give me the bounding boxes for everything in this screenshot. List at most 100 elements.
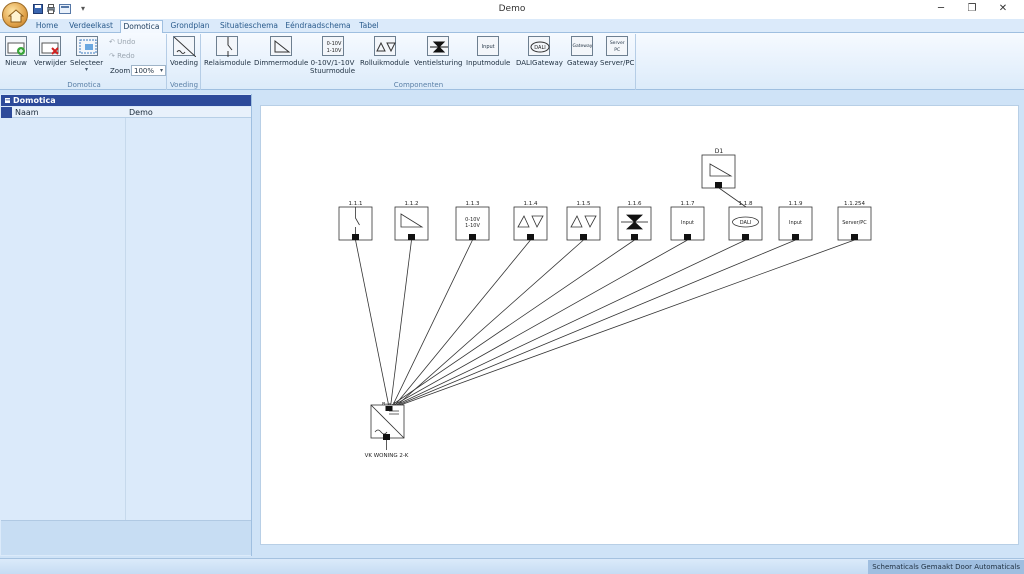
delete-icon <box>39 36 62 56</box>
dimmer-icon <box>270 36 293 56</box>
svg-text:1.1.1: 1.1.1 <box>349 201 363 207</box>
module-1-1-8[interactable]: 1.1.8 DALI <box>728 201 763 241</box>
tab-grondplan[interactable]: Grondplan <box>168 20 212 33</box>
svg-text:1.1.4: 1.1.4 <box>524 201 538 207</box>
tab-verdeelkast[interactable]: Verdeelkast <box>67 20 115 33</box>
group-label-domotica: Domotica <box>67 81 101 89</box>
serverpc-button[interactable]: Server PC Server/PC <box>600 36 634 67</box>
dali-icon: DALI <box>528 36 551 56</box>
svg-text:1.1.6: 1.1.6 <box>628 201 642 207</box>
valve-icon <box>427 36 450 56</box>
shutter-icon <box>373 36 396 56</box>
relaismodule-button[interactable]: Relaismodule <box>204 36 251 67</box>
column-header-naam[interactable]: Naam <box>15 107 39 118</box>
input-icon: Input <box>789 220 802 226</box>
module-1-1-7[interactable]: 1.1.7 Input <box>670 201 705 241</box>
node-d1[interactable]: D1 <box>701 148 736 189</box>
server-icon: Server PC <box>606 36 629 56</box>
tab-situatieschema[interactable]: Situatieschema <box>219 20 279 33</box>
redo-icon: ↷ <box>109 52 118 60</box>
svg-text:1.1.8: 1.1.8 <box>739 201 753 207</box>
module-1-1-5[interactable]: 1.1.5 <box>566 201 601 241</box>
zoom-select[interactable]: 100% ▾ <box>131 65 166 76</box>
window-title: Demo <box>498 4 526 14</box>
svg-text:Server/PC: Server/PC <box>842 220 867 226</box>
minimize-icon[interactable]: ─ <box>931 2 951 16</box>
connection-line <box>393 239 796 408</box>
svg-text:Input: Input <box>681 220 694 226</box>
svg-text:1.1.2: 1.1.2 <box>405 201 419 207</box>
relay-icon <box>216 36 239 57</box>
svg-text:1-10V: 1-10V <box>326 48 341 54</box>
connection-line <box>391 239 746 408</box>
tab-eendraadschema[interactable]: Eéndraadschema <box>285 20 351 33</box>
selecteer-dropdown-icon[interactable]: ▾ <box>70 66 103 73</box>
daligateway-button[interactable]: DALI DALIGateway <box>516 36 563 67</box>
svg-text:1.1.254: 1.1.254 <box>844 201 865 207</box>
close-icon[interactable]: ✕ <box>993 2 1013 16</box>
module-1-1-2[interactable]: 1.1.2 <box>394 201 429 241</box>
left-panel: − Domotica Naam Demo <box>0 94 252 556</box>
connection-line <box>394 239 855 408</box>
module-1-1-6[interactable]: 1.1.6 <box>617 201 652 241</box>
power-supply-node[interactable]: Bus 1VK WONING 2-K <box>365 402 409 459</box>
module-1-1-254[interactable]: 1.1.254 Server/PC <box>837 201 872 241</box>
tab-tabel[interactable]: Tabel <box>357 20 381 33</box>
panel-footer <box>1 520 251 555</box>
svg-text:DALI: DALI <box>535 45 546 51</box>
ribbon-tabs: Home Verdeelkast Domotica Grondplan Situ… <box>0 19 1024 33</box>
column-header-demo[interactable]: Demo <box>129 107 153 118</box>
gateway-button[interactable]: Gateway Gateway <box>567 36 598 67</box>
group-componenten: Relaismodule Dimmermodule 0-10V 1-10V 0-1… <box>202 34 636 90</box>
maximize-icon[interactable]: ❐ <box>962 2 982 16</box>
tab-home[interactable]: Home <box>33 20 61 33</box>
svg-text:VK WONING 2-K: VK WONING 2-K <box>365 453 409 459</box>
input-icon: Input <box>681 220 694 226</box>
tab-domotica[interactable]: Domotica <box>120 20 163 33</box>
server-icon: Server/PC <box>842 220 867 226</box>
diagram-canvas[interactable]: D1 1.1.1 1.1.2 1.1.3 0-10V 1-10V 1.1.4 1.1.5 1.1… <box>260 105 1019 545</box>
redo-button[interactable]: ↷ Redo <box>109 52 135 60</box>
nieuw-button[interactable]: Nieuw <box>5 36 27 67</box>
connection-line <box>394 239 584 408</box>
selecteer-button[interactable]: Selecteer ▾ <box>70 36 103 73</box>
title-bar: ▾ Demo ─ ❐ ✕ <box>0 0 1024 19</box>
inputmodule-button[interactable]: Input Inputmodule <box>466 36 510 67</box>
svg-text:1-10V: 1-10V <box>465 223 480 229</box>
group-voeding: Voeding Voeding <box>168 34 201 90</box>
svg-text:1.1.7: 1.1.7 <box>681 201 695 207</box>
connection-line <box>355 239 390 408</box>
ventielsturing-button[interactable]: Ventielsturing <box>414 36 462 67</box>
analog-icon: 0-10V1-10V <box>465 217 480 229</box>
dimmermodule-button[interactable]: Dimmermodule <box>254 36 308 67</box>
connection-line <box>391 239 473 408</box>
svg-text:1.1.3: 1.1.3 <box>466 201 480 207</box>
select-icon <box>75 36 98 56</box>
undo-button[interactable]: ↶ Undo <box>109 38 135 46</box>
connection-line <box>390 239 412 408</box>
voeding-button[interactable]: Voeding <box>170 36 198 67</box>
group-label-componenten: Componenten <box>393 81 444 89</box>
gateway-icon: Gateway <box>571 36 594 56</box>
verwijder-button[interactable]: Verwijder <box>34 36 67 67</box>
rolluikmodule-button[interactable]: Rolluikmodule <box>360 36 409 67</box>
connection-line <box>388 239 635 408</box>
group-label-voeding: Voeding <box>169 81 199 89</box>
connection-line <box>390 239 688 408</box>
module-1-1-1[interactable]: 1.1.1 <box>338 201 373 241</box>
stuurmodule-button[interactable]: 0-10V 1-10V 0-10V/1-10V Stuurmodule <box>310 36 355 75</box>
svg-text:0-10V: 0-10V <box>326 41 341 47</box>
zoom-label: Zoom <box>110 67 131 75</box>
power-supply-icon <box>173 36 197 57</box>
module-1-1-9[interactable]: 1.1.9 Input <box>778 201 813 241</box>
status-text: Schematicals Gemaakt Door Automaticals <box>868 560 1024 574</box>
module-1-1-3[interactable]: 1.1.3 0-10V1-10V <box>455 201 490 241</box>
collapse-icon[interactable]: − <box>4 97 11 104</box>
module-1-1-4[interactable]: 1.1.4 <box>513 201 548 241</box>
ribbon: Nieuw Verwijder Selecteer ▾ ↶ Undo ↷ Red… <box>0 33 1024 90</box>
new-icon <box>5 36 27 56</box>
svg-text:1.1.5: 1.1.5 <box>577 201 591 207</box>
undo-icon: ↶ <box>109 38 118 46</box>
app-menu-button[interactable] <box>2 2 28 28</box>
input-icon: Input <box>477 36 500 56</box>
